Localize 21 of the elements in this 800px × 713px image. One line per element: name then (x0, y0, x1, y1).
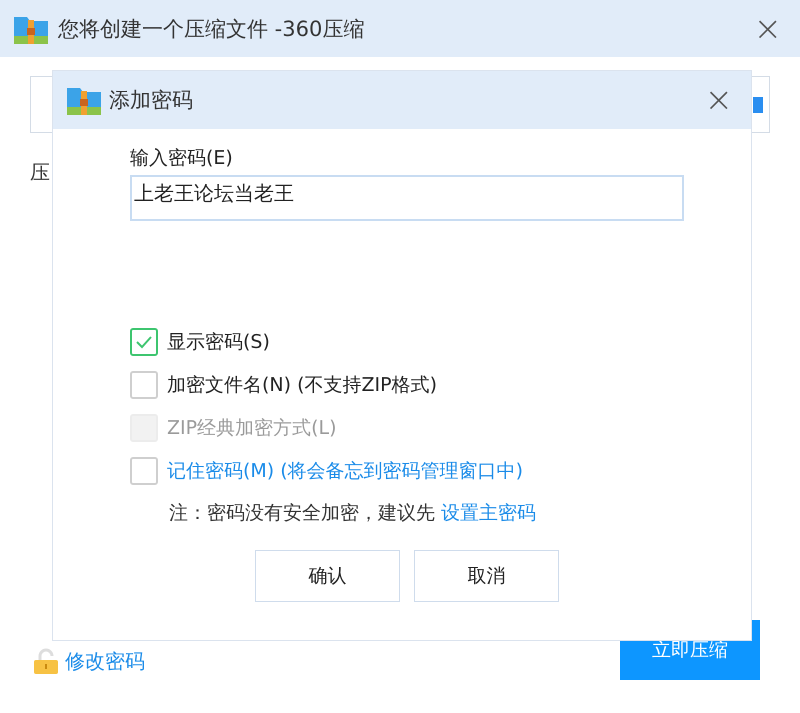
lock-icon (33, 648, 59, 674)
option-label: 记住密码(M) (将会备忘到密码管理窗口中) (167, 459, 524, 484)
password-field[interactable]: 上老王论坛当老王 (130, 175, 684, 221)
password-label: 输入密码(E) (130, 146, 234, 171)
confirm-button[interactable]: 确认 (255, 550, 400, 602)
close-button[interactable]: × (700, 83, 737, 117)
change-password-link[interactable]: 修改密码 (33, 648, 145, 674)
checkbox[interactable] (130, 371, 158, 399)
cancel-button[interactable]: 取消 (414, 550, 559, 602)
checkbox[interactable] (130, 457, 158, 485)
dialog-title: 添加密码 (109, 87, 194, 114)
master-password-link[interactable]: 设置主密码 (441, 500, 536, 526)
window-title: 您将创建一个压缩文件 -360压缩 (58, 16, 366, 42)
field-label: 压 (30, 159, 51, 186)
note-text: 注：密码没有安全加密，建议先 (169, 501, 435, 526)
option-label: 加密文件名(N) (不支持ZIP格式) (167, 373, 437, 398)
checkmark-icon (135, 335, 153, 349)
option-label: 显示密码(S) (167, 330, 270, 355)
option-label: ZIP经典加密方式(L) (167, 416, 336, 441)
close-button[interactable]: × (750, 12, 786, 46)
checkbox[interactable] (130, 328, 158, 356)
